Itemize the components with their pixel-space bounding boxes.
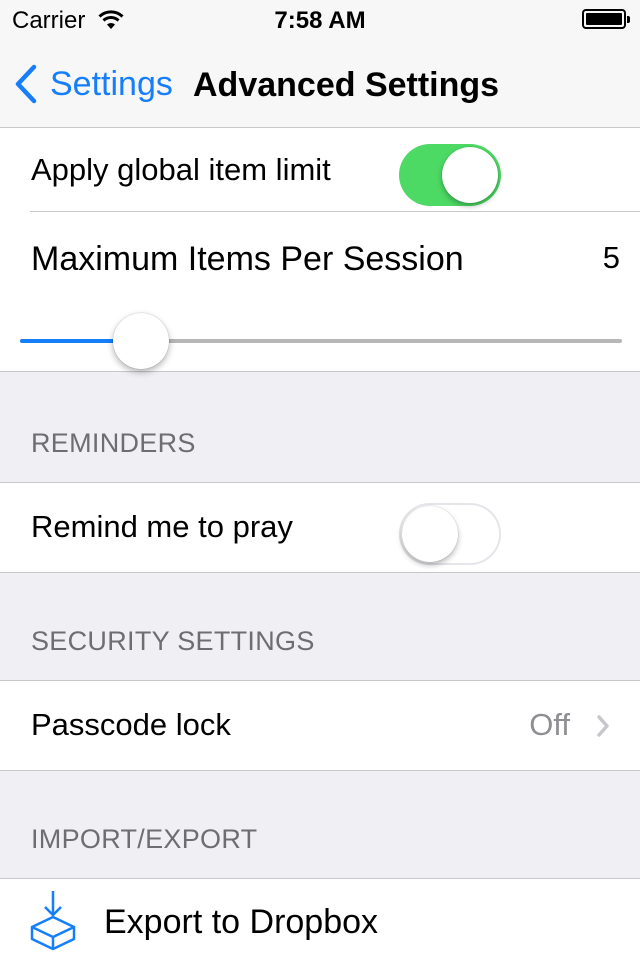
slider-thumb[interactable] (112, 313, 169, 369)
limits-group: Apply global item limit Maximum Items Pe… (0, 128, 640, 372)
battery-icon (582, 9, 630, 29)
chevron-left-icon (15, 64, 37, 104)
import-export-header: IMPORT/EXPORT (31, 824, 258, 854)
passcode-row[interactable]: Passcode lock Off (0, 681, 640, 768)
passcode-value: Off (529, 707, 570, 742)
passcode-label: Passcode lock (31, 707, 231, 742)
toggle-knob (442, 147, 498, 203)
remind-row: Remind me to pray (0, 483, 640, 570)
dropbox-export-icon (30, 891, 76, 951)
apply-limit-toggle[interactable] (399, 144, 501, 206)
security-group: Passcode lock Off (0, 680, 640, 771)
page-title: Advanced Settings (193, 66, 500, 104)
max-items-value: 5 (602, 240, 620, 275)
export-dropbox-label: Export to Dropbox (104, 903, 379, 941)
status-time: 7:58 AM (274, 7, 366, 34)
remind-toggle[interactable] (399, 503, 501, 565)
remind-label: Remind me to pray (31, 509, 293, 544)
slider-track-empty (140, 339, 622, 343)
max-items-row: Maximum Items Per Session 5 (0, 212, 640, 372)
navigation-bar: Settings Advanced Settings (0, 40, 640, 128)
divider (0, 371, 640, 372)
status-bar: Carrier 7:58 AM (0, 0, 640, 40)
reminders-header: REMINDERS (31, 428, 196, 458)
import-export-group: Export to Dropbox (0, 878, 640, 961)
reminders-group: Remind me to pray (0, 482, 640, 573)
apply-limit-row: Apply global item limit (0, 128, 640, 212)
security-header: SECURITY SETTINGS (31, 626, 315, 656)
back-label: Settings (50, 64, 173, 103)
toggle-knob (402, 506, 458, 562)
back-button[interactable]: Settings (14, 62, 173, 106)
chevron-right-icon (597, 715, 609, 737)
max-items-label: Maximum Items Per Session (31, 240, 464, 278)
apply-limit-label: Apply global item limit (31, 152, 331, 187)
export-dropbox-row[interactable]: Export to Dropbox (0, 879, 640, 961)
